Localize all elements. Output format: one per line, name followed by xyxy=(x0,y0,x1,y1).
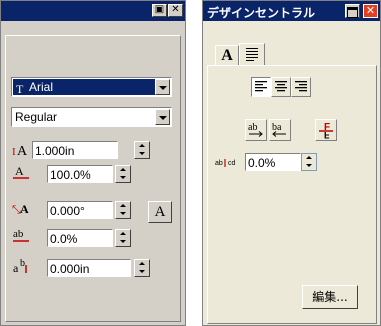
stepper-up-icon[interactable] xyxy=(116,230,130,238)
align-left-icon xyxy=(255,81,267,92)
truetype-font-icon: T xyxy=(16,82,24,94)
svg-text:a: a xyxy=(13,261,19,275)
font-apply-button[interactable]: A xyxy=(148,201,172,223)
baseline-shift-stepper[interactable] xyxy=(134,259,150,277)
paragraph-lines-icon xyxy=(246,48,258,61)
horizontal-scale-icon: A xyxy=(13,164,29,179)
svg-text:ba: ba xyxy=(272,122,282,133)
font-style-value: Regular xyxy=(15,110,58,124)
tab-paragraph[interactable] xyxy=(239,43,265,65)
horizontal-scale-stepper[interactable] xyxy=(115,165,131,183)
font-style-dropdown-button[interactable] xyxy=(155,109,170,125)
align-right-icon xyxy=(295,81,307,92)
flip-text-button[interactable]: F F xyxy=(315,119,337,141)
panel-titlebar[interactable]: デザインセントラル ✕ xyxy=(203,1,380,21)
font-size-value: 1.000in xyxy=(35,144,75,158)
character-spacing-value: 0.0% xyxy=(248,156,276,170)
character-spacing-stepper[interactable] xyxy=(301,153,317,171)
align-right-button[interactable] xyxy=(291,77,311,97)
restore-icon: ▣ xyxy=(154,4,165,15)
stepper-down-icon[interactable] xyxy=(302,162,316,170)
svg-text:A: A xyxy=(15,164,24,178)
stepper-up-icon[interactable] xyxy=(116,202,130,210)
baseline-shift-value: 0.000in xyxy=(50,262,90,276)
svg-text:A: A xyxy=(17,144,28,158)
font-name-value: Arial xyxy=(29,80,54,94)
tracking-icon: ab xyxy=(13,228,29,242)
font-name-dropdown[interactable]: T Arial xyxy=(11,77,172,97)
svg-text:ab: ab xyxy=(215,160,223,167)
close-icon: ✕ xyxy=(171,4,180,15)
svg-text:cd: cd xyxy=(228,160,236,167)
stepper-up-icon[interactable] xyxy=(302,154,316,162)
close-button[interactable]: ✕ xyxy=(363,4,378,18)
flip-text-icon: F F xyxy=(319,122,333,140)
chevron-down-icon xyxy=(159,86,167,90)
panel-title: デザインセントラル xyxy=(207,6,316,20)
panel-titlebar[interactable]: ▣ ✕ xyxy=(1,1,185,21)
minimize-button[interactable] xyxy=(345,4,360,18)
stepper-up-icon[interactable] xyxy=(135,260,149,268)
horizontal-scale-input[interactable]: 100.0% xyxy=(47,165,113,183)
chevron-down-icon xyxy=(159,116,167,120)
edit-button-label: 編集... xyxy=(312,290,348,304)
close-button[interactable]: ✕ xyxy=(168,4,183,17)
edit-button[interactable]: 編集... xyxy=(302,285,358,309)
font-apply-label: A xyxy=(154,204,166,220)
minimize-icon xyxy=(347,7,358,18)
close-icon: ✕ xyxy=(365,5,376,17)
stepper-down-icon[interactable] xyxy=(116,210,130,218)
character-spacing-icon: ab cd xyxy=(215,159,236,167)
svg-text:ab: ab xyxy=(248,122,257,133)
font-style-dropdown[interactable]: Regular xyxy=(11,107,172,127)
svg-text:I: I xyxy=(12,146,16,158)
tracking-input[interactable]: 0.0% xyxy=(47,229,113,247)
stepper-down-icon[interactable] xyxy=(116,238,130,246)
tracking-stepper[interactable] xyxy=(115,229,131,247)
tracking-value: 0.0% xyxy=(50,232,78,246)
stepper-down-icon[interactable] xyxy=(135,150,149,158)
stepper-down-icon[interactable] xyxy=(135,268,149,276)
text-rtl-icon: ba xyxy=(272,122,286,137)
text-format-panel: ▣ ✕ A T Arial Regular I A 1.000in xyxy=(0,0,186,326)
oblique-angle-icon: ⤡ A xyxy=(12,202,29,216)
svg-text:F: F xyxy=(324,130,330,140)
baseline-shift-icon: a b xyxy=(13,258,27,275)
svg-text:A: A xyxy=(20,202,29,216)
tab-character[interactable]: A xyxy=(215,45,239,67)
horizontal-scale-value: 100.0% xyxy=(50,168,91,182)
font-name-dropdown-button[interactable] xyxy=(155,79,170,95)
font-size-stepper[interactable] xyxy=(134,141,150,159)
stepper-up-icon[interactable] xyxy=(116,166,130,174)
align-center-icon xyxy=(275,81,287,92)
oblique-angle-value: 0.000° xyxy=(50,204,85,218)
font-size-input[interactable]: 1.000in xyxy=(32,141,118,159)
design-central-panel: デザインセントラル ✕ A ab ba F F ab cd 0.0% 編集... xyxy=(202,0,381,326)
stepper-down-icon[interactable] xyxy=(116,174,130,182)
stepper-up-icon[interactable] xyxy=(135,142,149,150)
svg-text:b: b xyxy=(20,258,25,269)
baseline-shift-input[interactable]: 0.000in xyxy=(47,259,131,277)
oblique-angle-stepper[interactable] xyxy=(115,201,131,219)
rtl-direction-button[interactable]: ba xyxy=(269,119,291,141)
font-size-icon: I A xyxy=(12,144,28,158)
tab-character-label: A xyxy=(221,47,233,64)
text-ltr-icon: ab xyxy=(248,122,263,137)
oblique-angle-input[interactable]: 0.000° xyxy=(47,201,113,219)
align-center-button[interactable] xyxy=(271,77,291,97)
svg-text:T: T xyxy=(16,82,24,94)
ltr-direction-button[interactable]: ab xyxy=(245,119,267,141)
align-left-button[interactable] xyxy=(251,77,271,97)
svg-text:ab: ab xyxy=(13,228,24,240)
character-spacing-input[interactable]: 0.0% xyxy=(245,153,301,171)
restore-button[interactable]: ▣ xyxy=(152,4,167,17)
